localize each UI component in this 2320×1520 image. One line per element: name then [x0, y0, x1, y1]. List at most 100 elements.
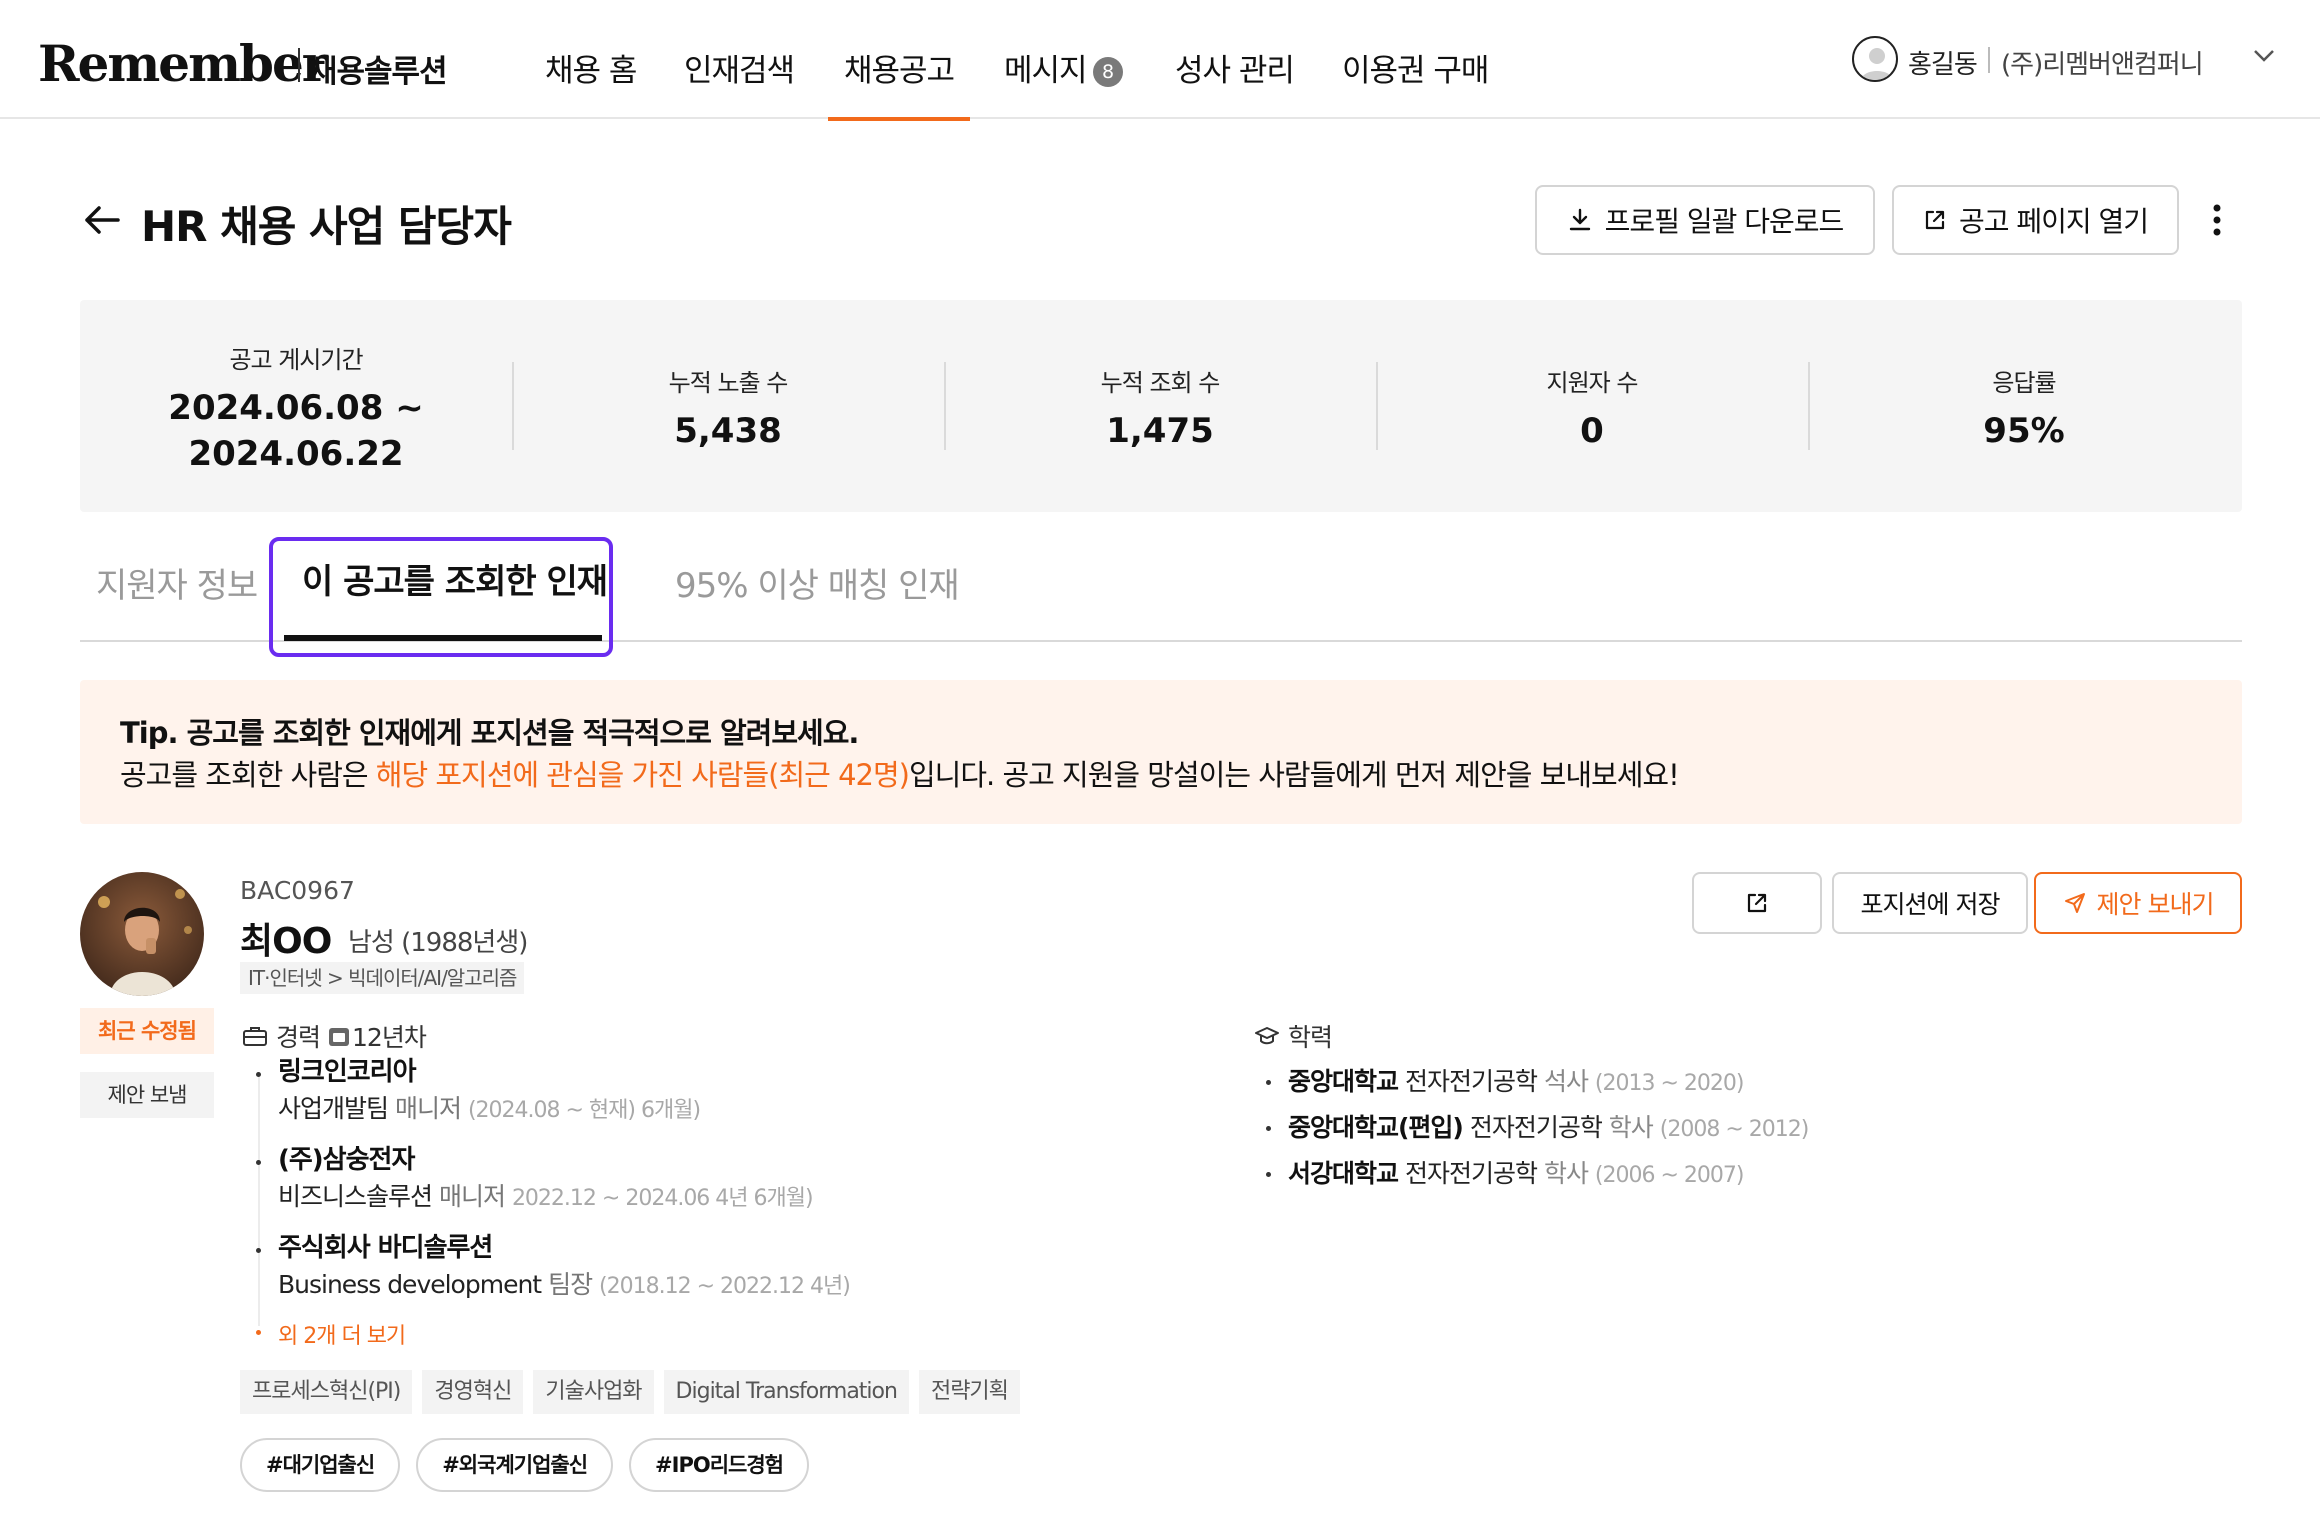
page-title: HR 채용 사업 담당자 — [141, 202, 512, 251]
education-period: (2013 ~ 2020) — [1594, 1071, 1745, 1096]
candidate-industry-tag: IT·인터넷 > 빅데이터/AI/알고리즘 — [240, 962, 525, 994]
user-name[interactable]: 홍길동 — [1908, 44, 1978, 81]
tab-applicant-info[interactable]: 지원자 정보 — [96, 558, 258, 607]
tip-body: 공고를 조회한 사람은 해당 포지션에 관심을 가진 사람들(최근 42명)입니… — [120, 752, 1680, 794]
candidate-tabs: 지원자 정보 이 공고를 조회한 인재 95% 이상 매칭 인재 — [80, 530, 2242, 657]
download-icon — [1569, 208, 1590, 231]
external-link-icon — [1747, 893, 1767, 913]
active-tab-underline — [284, 635, 602, 641]
nav-item-talent-search[interactable]: 인재검색 — [684, 45, 795, 90]
nav-item-job-postings[interactable]: 채용공고 — [827, 45, 971, 121]
career-role: 비즈니스솔루션 매니저 2022.12 ~ 2024.06 4년 6개월) — [278, 1178, 956, 1218]
chevron-down-icon[interactable] — [2252, 48, 2276, 64]
briefcase-icon — [243, 1027, 267, 1046]
stat-value: 5,438 — [674, 411, 782, 451]
education-major: 전자전기공학 — [1469, 1113, 1603, 1142]
nav-item-hiring-home[interactable]: 채용 홈 — [545, 45, 637, 90]
hashtag-chip[interactable]: #IPO리드경험 — [629, 1438, 809, 1492]
download-profiles-button[interactable]: 프로필 일괄 다운로드 — [1535, 185, 1875, 255]
skill-tag: 전략기획 — [918, 1370, 1020, 1414]
hashtag-chip[interactable]: #외국계기업출신 — [416, 1438, 614, 1492]
career-position: 매니저 — [438, 1182, 506, 1211]
education-degree: 학사 — [1608, 1113, 1654, 1142]
open-posting-page-button[interactable]: 공고 페이지 열기 — [1892, 185, 2179, 255]
stat-value: 2024.06.08 ~ 2024.06.22 — [80, 385, 512, 477]
tip-title: Tip. 공고를 조회한 인재에게 포지션을 적극적으로 알려보세요. — [120, 716, 859, 750]
send-proposal-button[interactable]: 제안 보내기 — [2034, 872, 2242, 934]
external-link-icon — [1925, 210, 1945, 230]
show-more-career-link[interactable]: 외 2개 더 보기 — [256, 1318, 956, 1350]
logo[interactable]: Remember — [38, 34, 328, 93]
stat-value: 1,475 — [1106, 411, 1214, 451]
nav-item-deal-management[interactable]: 성사 관리 — [1175, 45, 1295, 90]
education-major: 전자전기공학 — [1404, 1067, 1538, 1096]
career-section-heading: 경력 12년차 — [242, 1018, 427, 1054]
stat-impressions: 누적 노출 수 5,438 — [512, 300, 944, 512]
save-to-position-button[interactable]: 포지션에 저장 — [1832, 872, 2028, 934]
message-count-badge: 8 — [1092, 57, 1123, 87]
tab-95-match-talent[interactable]: 95% 이상 매칭 인재 — [675, 558, 960, 607]
tip-body-highlight: 해당 포지션에 관심을 가진 사람들(최근 42명) — [375, 758, 910, 792]
career-position: 팀장 — [548, 1270, 593, 1299]
education-degree: 석사 — [1543, 1067, 1589, 1096]
stat-period-start: 2024.06.08 ~ — [168, 388, 424, 428]
career-position: 매니저 — [394, 1094, 462, 1123]
career-years-chip: 12년차 — [328, 1018, 427, 1054]
career-period: (2024.08 ~ 현재) 6개월) — [467, 1098, 701, 1123]
education-degree: 학사 — [1543, 1159, 1589, 1188]
career-years: 12년차 — [352, 1023, 427, 1052]
open-posting-page-label: 공고 페이지 열기 — [1958, 205, 2149, 238]
user-avatar[interactable] — [1852, 36, 1898, 82]
stat-label: 누적 조회 수 — [1100, 369, 1221, 397]
skill-tag: 기술사업화 — [533, 1370, 654, 1414]
career-role: 사업개발팀 매니저 (2024.08 ~ 현재) 6개월) — [278, 1090, 956, 1130]
education-school: 중앙대학교(편입) — [1288, 1113, 1464, 1142]
skill-tags: 프로세스혁신(PI) 경영혁신 기술사업화 Digital Transforma… — [240, 1370, 1020, 1414]
logo-subtitle: 채용솔루션 — [309, 54, 448, 90]
open-profile-button[interactable] — [1692, 872, 1822, 934]
education-school: 중앙대학교 — [1288, 1067, 1399, 1096]
skill-tag: 프로세스혁신(PI) — [240, 1370, 413, 1414]
send-proposal-label: 제안 보내기 — [2096, 890, 2215, 919]
career-item: 주식회사 바디솔루션 Business development 팀장 (2018… — [256, 1230, 956, 1306]
stat-posting-period: 공고 게시기간 2024.06.08 ~ 2024.06.22 — [80, 300, 512, 512]
user-separator — [1988, 47, 1990, 73]
stat-applicants: 지원자 수 0 — [1376, 300, 1808, 512]
graduation-cap-icon — [1255, 1027, 1279, 1045]
stat-label: 지원자 수 — [1546, 369, 1639, 397]
education-item: 중앙대학교 전자전기공학 석사 (2013 ~ 2020) — [1266, 1060, 2166, 1106]
candidate-name[interactable]: 최OO — [240, 912, 332, 964]
stat-response-rate: 응답률 95% — [1808, 300, 2240, 512]
candidate-gender-birth: 남성 (1988년생) — [348, 928, 528, 958]
career-dept: 비즈니스솔루션 — [278, 1182, 433, 1211]
more-options-icon[interactable] — [2207, 200, 2227, 240]
stat-value: 0 — [1580, 411, 1604, 451]
proposal-sent-badge: 제안 보냄 — [80, 1072, 214, 1118]
career-period: (2018.12 ~ 2022.12 4년) — [599, 1274, 851, 1299]
nav-item-purchase-pass[interactable]: 이용권 구매 — [1342, 45, 1489, 90]
save-to-position-label: 포지션에 저장 — [1860, 890, 2001, 919]
stat-period-end: 2024.06.22 — [188, 434, 404, 474]
skill-tag: 경영혁신 — [422, 1370, 524, 1414]
tip-body-suffix: 입니다. 공고 지원을 망설이는 사람들에게 먼저 제안을 보내보세요! — [908, 758, 1680, 792]
career-dept: Business development — [278, 1270, 542, 1299]
career-list: 링크인코리아 사업개발팀 매니저 (2024.08 ~ 현재) 6개월) (주)… — [256, 1054, 956, 1350]
nav-item-messages[interactable]: 메시지 8 — [1004, 45, 1123, 90]
stat-label: 공고 게시기간 — [229, 346, 363, 374]
tip-banner: Tip. 공고를 조회한 인재에게 포지션을 적극적으로 알려보세요. 공고를 … — [80, 680, 2242, 824]
nav-item-messages-label: 메시지 — [1004, 53, 1088, 89]
user-avatar-icon — [1861, 48, 1893, 80]
top-navigation: Remember 채용솔루션 채용 홈 인재검색 채용공고 메시지 8 성사 관리… — [0, 0, 2320, 121]
calendar-icon — [329, 1028, 350, 1046]
candidate-photo[interactable] — [80, 872, 204, 996]
user-company[interactable]: (주)리멤버앤컴퍼니 — [2001, 44, 2204, 81]
hashtag-chip[interactable]: #대기업출신 — [240, 1438, 401, 1492]
back-arrow-icon[interactable] — [82, 200, 122, 240]
stat-value: 95% — [1983, 411, 2065, 451]
career-item: (주)삼숭전자 비즈니스솔루션 매니저 2022.12 ~ 2024.06 4년… — [256, 1142, 956, 1218]
stat-views: 누적 조회 수 1,475 — [944, 300, 1376, 512]
education-school: 서강대학교 — [1288, 1159, 1399, 1188]
send-icon — [2064, 893, 2085, 913]
career-company: (주)삼숭전자 — [278, 1145, 415, 1175]
tab-viewed-talent[interactable]: 이 공고를 조회한 인재 — [302, 554, 608, 603]
